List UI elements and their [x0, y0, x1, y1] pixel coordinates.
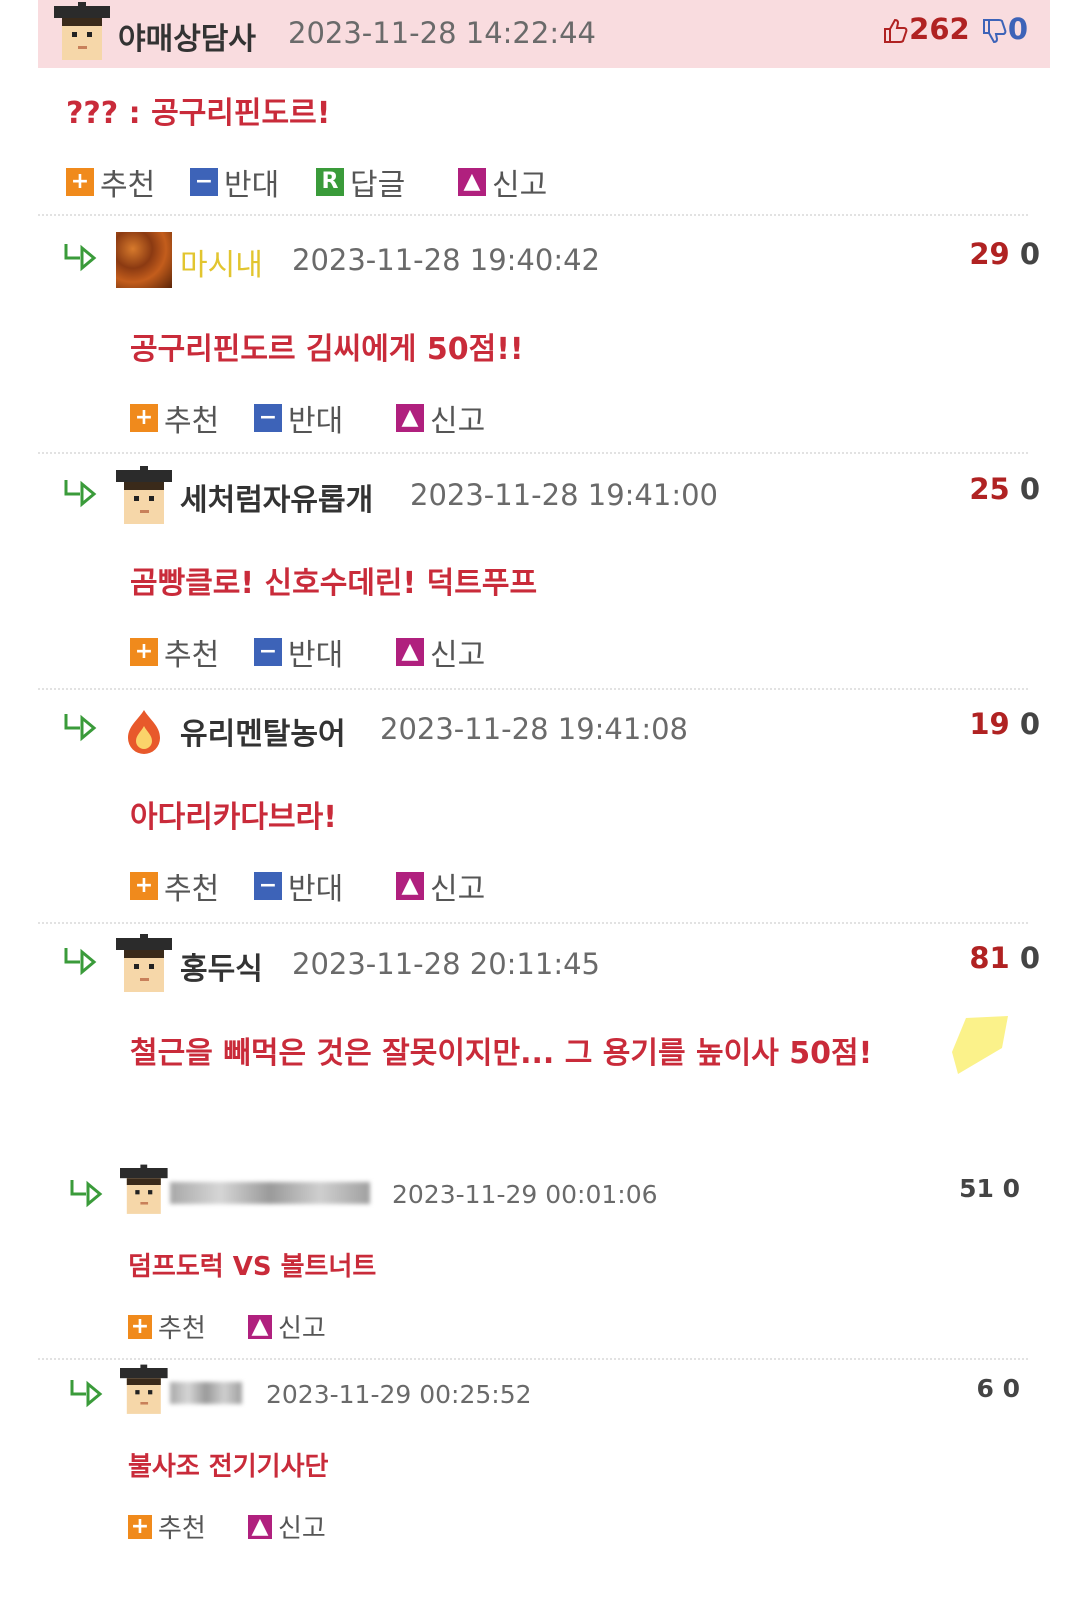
siren-icon: ▲ [248, 1514, 272, 1539]
recommend-button[interactable]: + 추천 [66, 160, 155, 204]
blurred-nickname [170, 1382, 242, 1404]
reply-datetime: 2023-11-28 19:41:08 [380, 712, 688, 746]
minus-icon: − [254, 404, 282, 432]
recommend-button[interactable]: + 추천 [130, 396, 219, 440]
sticky-note-icon [952, 1016, 1008, 1074]
avatar[interactable] [116, 466, 172, 526]
avatar[interactable] [116, 232, 172, 288]
reply-arrow-icon [70, 1180, 103, 1208]
avatar[interactable] [120, 1364, 168, 1416]
avatar[interactable] [116, 704, 172, 760]
siren-icon: ▲ [396, 638, 424, 666]
minus-icon: − [254, 872, 282, 900]
post-author[interactable]: 야매상담사 [118, 14, 256, 58]
reply-datetime: 2023-11-28 20:11:45 [292, 947, 600, 981]
reply-score: 29 0 [969, 237, 1040, 271]
siren-icon: ▲ [248, 1314, 272, 1339]
oppose-button[interactable]: − 반대 [254, 396, 343, 440]
post-content: ??? : 공구리핀도르! [66, 96, 331, 131]
post-score: 262 0 [881, 12, 1028, 46]
oppose-button[interactable]: − 반대 [254, 630, 343, 674]
divider [38, 1358, 1028, 1360]
post-dislikes: 0 [1007, 12, 1028, 46]
reply-label: 답글 [350, 168, 406, 203]
avatar[interactable] [120, 1164, 168, 1216]
plus-icon: + [128, 1314, 152, 1339]
reply-author[interactable]: 세처럼자유롭개 [180, 475, 373, 519]
reply-arrow-icon [64, 714, 97, 742]
reply-datetime: 2023-11-29 00:25:52 [266, 1380, 532, 1409]
reply-datetime: 2023-11-28 19:41:00 [410, 478, 718, 512]
reply-content: 불사조 전기기사단 [128, 1452, 329, 1482]
thumbs-down-icon[interactable] [980, 17, 1008, 45]
oppose-button[interactable]: − 반대 [190, 160, 279, 204]
recommend-button[interactable]: + 추천 [128, 1308, 206, 1345]
oppose-label: 반대 [224, 168, 280, 203]
reply-arrow-icon [64, 948, 97, 976]
blurred-nickname [170, 1182, 370, 1204]
reply-r-icon: R [316, 168, 344, 196]
recommend-button[interactable]: + 추천 [130, 864, 219, 908]
reply-arrow-icon [64, 480, 97, 508]
reply-score: 51 0 [959, 1174, 1020, 1203]
divider [38, 214, 1028, 216]
reply-content: 아다리카다브라! [130, 800, 337, 835]
reply-arrow-icon [64, 244, 97, 272]
reply-author[interactable]: 홍두식 [180, 944, 263, 988]
reply-content: 공구리핀도르 김씨에게 50점!! [130, 332, 524, 367]
reply-arrow-icon [70, 1380, 103, 1408]
oppose-button[interactable]: − 반대 [254, 864, 343, 908]
report-button[interactable]: ▲ 신고 [248, 1308, 326, 1345]
avatar[interactable] [54, 2, 110, 62]
reply-score: 25 0 [969, 472, 1040, 506]
report-label: 신고 [492, 168, 548, 203]
minus-icon: − [254, 638, 282, 666]
post-header: 야매상담사 2023-11-28 14:22:44 262 0 [38, 0, 1050, 68]
reply-score: 19 0 [969, 707, 1040, 741]
reply-datetime: 2023-11-28 19:40:42 [292, 243, 600, 277]
post-likes: 262 [909, 12, 970, 46]
thumbs-up-icon[interactable] [881, 17, 909, 45]
avatar[interactable] [116, 934, 172, 994]
post-datetime: 2023-11-28 14:22:44 [288, 16, 596, 50]
reply-content: 덤프도럭 VS 볼트너트 [128, 1252, 377, 1282]
reply-score: 81 0 [969, 941, 1040, 975]
recommend-button[interactable]: + 추천 [130, 630, 219, 674]
reply-score: 6 0 [976, 1374, 1020, 1403]
report-button[interactable]: ▲ 신고 [248, 1508, 326, 1545]
report-button[interactable]: ▲ 신고 [458, 160, 547, 204]
plus-icon: + [130, 638, 158, 666]
reply-button[interactable]: R 답글 [316, 160, 405, 204]
report-button[interactable]: ▲ 신고 [396, 396, 485, 440]
siren-icon: ▲ [458, 168, 486, 196]
recommend-button[interactable]: + 추천 [128, 1508, 206, 1545]
divider [38, 452, 1028, 454]
report-button[interactable]: ▲ 신고 [396, 864, 485, 908]
comment-thread: 야매상담사 2023-11-28 14:22:44 262 0 ??? : 공구… [38, 0, 1050, 1544]
reply-datetime: 2023-11-29 00:01:06 [392, 1180, 658, 1209]
divider [38, 922, 1028, 924]
plus-icon: + [66, 168, 94, 196]
reply-content: 철근을 빼먹은 것은 잘못이지만... 그 용기를 높이사 50점! [130, 1036, 873, 1071]
recommend-label: 추천 [100, 168, 156, 203]
reply-author[interactable]: 유리멘탈농어 [180, 709, 346, 753]
plus-icon: + [128, 1514, 152, 1539]
siren-icon: ▲ [396, 872, 424, 900]
report-button[interactable]: ▲ 신고 [396, 630, 485, 674]
reply-author[interactable]: 마시내 [180, 240, 263, 284]
siren-icon: ▲ [396, 404, 424, 432]
plus-icon: + [130, 404, 158, 432]
divider [38, 688, 1028, 690]
reply-content: 곰빵클로! 신호수데린! 덕트푸프 [130, 566, 538, 601]
minus-icon: − [190, 168, 218, 196]
plus-icon: + [130, 872, 158, 900]
